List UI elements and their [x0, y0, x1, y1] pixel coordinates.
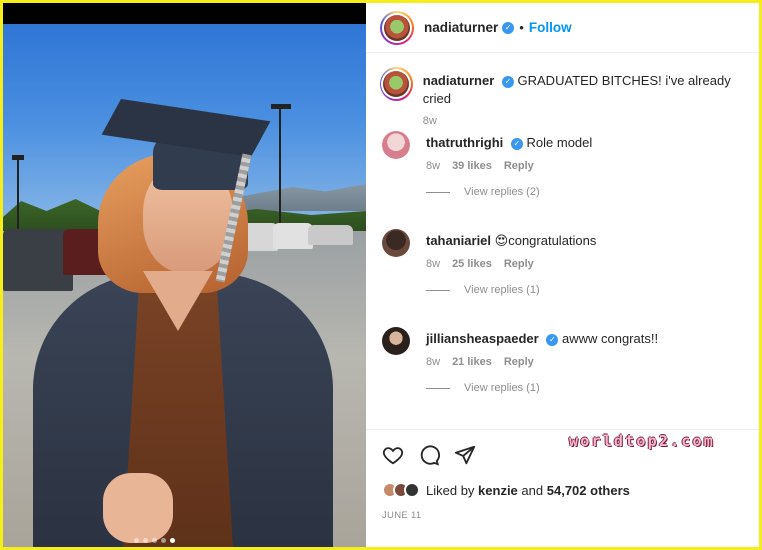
- verified-badge-icon: ✓: [502, 21, 515, 34]
- verified-badge-icon: ✓: [546, 333, 559, 346]
- comment-likes[interactable]: 25 likes: [452, 258, 492, 270]
- carousel-dot[interactable]: [161, 538, 166, 543]
- carousel-dot[interactable]: [152, 538, 157, 543]
- hand: [103, 473, 173, 543]
- watermark-logo: worldtop2.com: [569, 432, 715, 450]
- parked-car: [308, 225, 353, 245]
- caption-avatar-image: [383, 71, 410, 97]
- comment-text: Role model: [526, 135, 593, 150]
- likes-and: and: [521, 482, 544, 498]
- post-side-panel: nadiaturner ✓ • Follow nadiaturner ✓ GRA…: [366, 3, 759, 547]
- likes-summary: Liked by kenzie and 54,702 others: [382, 482, 630, 498]
- caption-avatar[interactable]: [380, 67, 413, 101]
- comment-age: 8w: [426, 258, 441, 270]
- liker-avatar: [404, 482, 420, 498]
- follow-button[interactable]: Follow: [529, 20, 572, 35]
- commenter-avatar[interactable]: [382, 327, 410, 355]
- heart-eyes-emoji: 😍: [494, 233, 509, 248]
- comment-likes[interactable]: 21 likes: [452, 356, 492, 368]
- comment-likes[interactable]: 39 likes: [452, 160, 492, 172]
- reply-button[interactable]: Reply: [504, 356, 534, 368]
- photo-top-band: [3, 3, 366, 24]
- comment-username[interactable]: thatruthrighi: [426, 135, 503, 150]
- caption-username[interactable]: nadiaturner: [423, 73, 495, 88]
- author-avatar[interactable]: [380, 10, 414, 45]
- light-lamp: [12, 155, 24, 160]
- author-username[interactable]: nadiaturner: [424, 20, 498, 35]
- parked-car: [273, 223, 313, 249]
- light-pole: [17, 157, 19, 229]
- view-replies-button[interactable]: View replies (1): [426, 382, 658, 394]
- comment-icon[interactable]: [418, 444, 440, 469]
- replies-line: [426, 387, 450, 389]
- post-date[interactable]: JUNE 11: [382, 510, 421, 521]
- verified-badge-icon: ✓: [510, 137, 523, 150]
- post-photo[interactable]: [3, 3, 366, 547]
- heart-icon[interactable]: [382, 444, 404, 469]
- separator-dot: •: [519, 20, 524, 35]
- commenter-avatar[interactable]: [382, 131, 410, 159]
- carousel-dot[interactable]: [134, 538, 139, 543]
- replies-line: [426, 191, 450, 193]
- view-replies-label: View replies (2): [464, 186, 540, 198]
- caption-body: nadiaturner ✓ GRADUATED BITCHES! i've al…: [423, 72, 750, 130]
- comment-text: awww congrats!!: [561, 331, 659, 346]
- replies-line: [426, 289, 450, 291]
- caption-age: 8w: [422, 115, 437, 127]
- carousel-dot[interactable]: [143, 538, 148, 543]
- likes-prefix: Liked by: [426, 482, 475, 498]
- view-replies-label: View replies (1): [464, 382, 540, 394]
- comment-item: tahaniariel 😍congratulations 8w 25 likes…: [382, 229, 752, 296]
- comment-username[interactable]: tahaniariel: [426, 233, 491, 248]
- comment-age: 8w: [426, 356, 441, 368]
- comment-item: thatruthrighi ✓ Role model 8w 39 likes R…: [382, 131, 752, 198]
- post-header: nadiaturner ✓ • Follow: [366, 3, 759, 53]
- liked-by-user[interactable]: kenzie: [478, 483, 518, 498]
- liker-avatars[interactable]: [382, 482, 420, 498]
- post-caption: nadiaturner ✓ GRADUATED BITCHES! i've al…: [380, 67, 750, 130]
- comment-text: congratulations: [508, 233, 597, 248]
- reply-button[interactable]: Reply: [504, 258, 534, 270]
- view-replies-button[interactable]: View replies (1): [426, 284, 596, 296]
- commenter-avatar[interactable]: [382, 229, 410, 257]
- light-pole: [279, 107, 281, 225]
- view-replies-button[interactable]: View replies (2): [426, 186, 592, 198]
- comment-username[interactable]: jilliansheaspaeder: [426, 331, 539, 346]
- carousel-dot[interactable]: [170, 538, 175, 543]
- likes-count[interactable]: 54,702 others: [547, 483, 630, 498]
- carousel-dots: [134, 538, 175, 543]
- view-replies-label: View replies (1): [464, 284, 540, 296]
- comment-age: 8w: [426, 160, 441, 172]
- comment-item: jilliansheaspaeder ✓ awww congrats!! 8w …: [382, 327, 752, 394]
- author-avatar-image: [384, 14, 410, 41]
- light-lamp: [271, 104, 291, 109]
- share-icon[interactable]: [454, 444, 476, 469]
- verified-badge-icon: ✓: [501, 75, 514, 88]
- reply-button[interactable]: Reply: [504, 160, 534, 172]
